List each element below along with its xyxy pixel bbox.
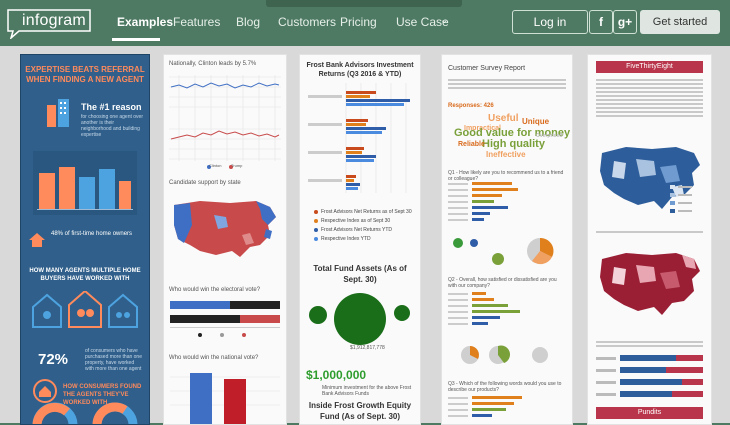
card3-legend-3: Frost Advisors Net Returns YTD bbox=[314, 227, 392, 233]
card5-bar-rows bbox=[596, 355, 703, 397]
card1-first-time-stat: 48% of first-time home owners bbox=[51, 231, 133, 237]
nav-features[interactable]: Features bbox=[173, 15, 220, 29]
word-useful: Useful bbox=[488, 113, 519, 124]
card1-donut-charts bbox=[32, 402, 138, 424]
card1-houses-icons bbox=[32, 291, 138, 328]
card1-bar-chart bbox=[33, 151, 137, 215]
infogram-logo[interactable]: infogram bbox=[7, 9, 91, 39]
legend-clinton: Clinton bbox=[209, 163, 222, 168]
legend-trump: Trump bbox=[231, 163, 243, 168]
examples-gallery: EXPERTISE BEATS REFERRAL WHEN FINDING A … bbox=[0, 46, 730, 425]
word-unique: Unique bbox=[522, 117, 550, 126]
card3-total-assets-title: Total Fund Assets (As of Sept. 30) bbox=[313, 264, 407, 284]
card5-title-banner: FiveThirtyEight bbox=[596, 61, 703, 73]
card3-minimum-amount: $1,000,000 bbox=[306, 368, 367, 382]
card1-how-many-heading: HOW MANY AGENTS MULTIPLE HOME BUYERS HAV… bbox=[29, 268, 141, 282]
card3-growth-title: Inside Frost Growth Equity Fund (As of S… bbox=[308, 401, 412, 421]
card3-legend-4: Respective Index YTD bbox=[314, 236, 371, 242]
word-ineffective: Ineffective bbox=[486, 150, 526, 159]
card3-legend-2: Respective Index as of Sept 30 bbox=[314, 218, 390, 224]
card1-72-percent: 72% bbox=[38, 351, 69, 368]
word-reliable: Reliable bbox=[458, 141, 485, 148]
word-high-quality: High quality bbox=[482, 138, 545, 150]
house-icon bbox=[29, 233, 45, 247]
legend-label: Frost Advisors Net Returns as of Sept 30 bbox=[321, 209, 412, 215]
card3-bar-chart bbox=[308, 83, 410, 193]
card3-minimum-text: Minimum investment for the above Frost B… bbox=[322, 385, 412, 397]
get-started-button[interactable]: Get started bbox=[640, 10, 720, 34]
example-card-fivethirtyeight[interactable]: FiveThirtyEight Pundits bbox=[587, 54, 712, 425]
card5-map-legend bbox=[670, 185, 692, 213]
card4-q3: Q3 - Which of the following words would … bbox=[448, 381, 562, 393]
example-card-customer-survey[interactable]: Customer Survey Report Responses: 426 Im… bbox=[441, 54, 573, 425]
card2-line-chart bbox=[169, 75, 281, 169]
card3-circle-value: $1,912,817,778 bbox=[350, 345, 385, 351]
chevron-down-icon[interactable]: ⌄ bbox=[440, 15, 448, 26]
example-card-frost-bank[interactable]: Frost Bank Advisors Investment Returns (… bbox=[299, 54, 421, 425]
nav-active-underline bbox=[112, 38, 160, 41]
legend-label: Respective Index as of Sept 30 bbox=[321, 218, 391, 224]
card4-responses: Responses: 426 bbox=[448, 103, 494, 109]
legend-label: Respective Index YTD bbox=[321, 236, 371, 242]
card5-lower-text bbox=[596, 341, 703, 349]
card4-q2-bars bbox=[448, 292, 520, 325]
login-button[interactable]: Log in bbox=[512, 10, 588, 34]
card2-electoral-title: Who would win the electoral vote? bbox=[169, 287, 261, 293]
card1-reason: The #1 reason bbox=[81, 102, 142, 112]
top-navigation: infogram Examples Features Blog Customer… bbox=[0, 0, 730, 46]
card4-pie-charts-2 bbox=[461, 345, 548, 364]
card4-intro-text bbox=[448, 79, 566, 91]
card4-q1-bars bbox=[448, 182, 518, 221]
example-card-real-estate[interactable]: EXPERTISE BEATS REFERRAL WHEN FINDING A … bbox=[20, 54, 150, 425]
card5-pundits-banner: Pundits bbox=[596, 407, 703, 419]
card2-line-chart-title: Nationally, Clinton leads by 5.7% bbox=[169, 61, 257, 67]
example-card-election[interactable]: Nationally, Clinton leads by 5.7% Clinto… bbox=[163, 54, 287, 425]
nav-examples[interactable]: Examples bbox=[117, 15, 173, 29]
card1-title: EXPERTISE BEATS REFERRAL WHEN FINDING A … bbox=[25, 65, 145, 84]
card2-map-title: Candidate support by state bbox=[169, 180, 241, 186]
card3-legend-1: Frost Advisors Net Returns as of Sept 30 bbox=[314, 209, 412, 215]
word-overpriced: Overpriced bbox=[536, 133, 563, 139]
card5-intro-text bbox=[596, 79, 703, 119]
nav-pricing[interactable]: Pricing bbox=[340, 15, 377, 29]
logo-text: infogram bbox=[22, 12, 86, 29]
card4-title: Customer Survey Report bbox=[448, 65, 526, 72]
card5-mid-text bbox=[596, 231, 703, 235]
card1-72-percent-text: of consumers who have purchased more tha… bbox=[85, 348, 142, 372]
building-icon bbox=[47, 99, 69, 127]
card3-title: Frost Bank Advisors Investment Returns (… bbox=[306, 62, 414, 78]
card5-red-map bbox=[600, 253, 700, 315]
card2-electoral-bars bbox=[170, 301, 280, 337]
card2-national-bars bbox=[170, 373, 280, 424]
card4-q2: Q2 - Overall, how satisfied or dissatisf… bbox=[448, 277, 557, 289]
card2-us-map bbox=[174, 201, 276, 257]
card1-reason-text: for choosing one agent over another is t… bbox=[81, 114, 143, 138]
card2-national-title: Who would win the national vote? bbox=[169, 355, 259, 361]
card4-q3-bars bbox=[448, 396, 522, 417]
card4-pie-charts bbox=[453, 237, 554, 265]
top-notch bbox=[266, 0, 462, 7]
nav-customers[interactable]: Customers bbox=[278, 15, 336, 29]
legend-label: Frost Advisors Net Returns YTD bbox=[321, 227, 393, 233]
nav-blog[interactable]: Blog bbox=[236, 15, 260, 29]
google-plus-login-icon[interactable]: g+ bbox=[613, 10, 637, 34]
facebook-login-icon[interactable]: f bbox=[589, 10, 613, 34]
